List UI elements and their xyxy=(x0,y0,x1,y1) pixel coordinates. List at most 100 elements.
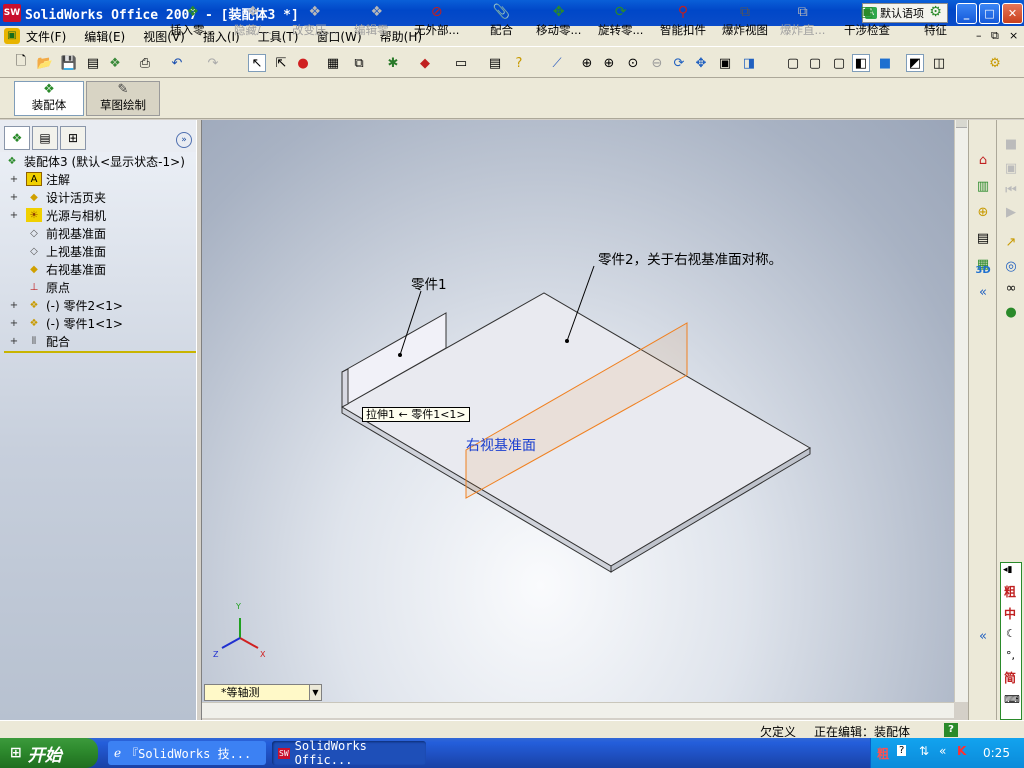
tree-item-front-plane[interactable]: ◇ 前视基准面 xyxy=(0,224,198,242)
features-button[interactable]: ⚙ 特征 xyxy=(924,2,947,38)
tree-item-top-plane[interactable]: ◇ 上视基准面 xyxy=(0,242,198,260)
print-icon[interactable]: ⎙ xyxy=(136,54,154,72)
collapse-task-pane-icon[interactable]: « xyxy=(973,282,993,302)
ime-char[interactable]: 中 xyxy=(1004,605,1016,622)
ime-char[interactable]: 粗 xyxy=(1004,583,1016,600)
help-tray-icon[interactable]: ? xyxy=(897,745,907,756)
interference-detection-button[interactable]: ▣ 干涉检查 xyxy=(844,2,890,38)
view-orientation-select[interactable]: *等轴测 ▼ xyxy=(204,684,322,701)
redo-icon[interactable]: ↷ xyxy=(204,54,222,72)
assembly-doc-icon[interactable]: ▣ xyxy=(4,28,20,44)
menu-file[interactable]: 文件(F) xyxy=(26,28,66,45)
shaded-with-edges-icon[interactable]: ◧ xyxy=(852,54,870,72)
3d-content-icon[interactable]: 3D xyxy=(973,260,993,280)
rotate-component-button[interactable]: ⟳ 旋转零... xyxy=(598,2,643,38)
expand-icon[interactable]: + xyxy=(8,192,20,203)
rotate-view-icon[interactable]: ⟳ xyxy=(670,54,688,72)
sw-resources-icon[interactable]: ⌂ xyxy=(973,150,993,170)
rollback-bar[interactable] xyxy=(4,351,196,353)
volume-icon[interactable]: « xyxy=(939,744,946,758)
view-layout-icon[interactable]: ▭ xyxy=(452,54,470,72)
file-explorer-icon[interactable]: ⊕ xyxy=(973,202,993,222)
doc-restore-button[interactable]: ⧉ xyxy=(991,29,999,43)
smart-fasteners-button[interactable]: ⚲ 智能扣件 xyxy=(660,2,706,38)
hidden-lines-removed-icon[interactable]: ▢ xyxy=(830,54,848,72)
taskbar-task-browser[interactable]: ℯ 『SolidWorks 技... xyxy=(108,741,266,765)
feature-tree-tab-icon[interactable]: ❖ xyxy=(4,126,30,150)
expand-icon[interactable]: + xyxy=(8,336,20,347)
tree-item-right-plane[interactable]: ◆ 右视基准面 xyxy=(0,260,198,278)
tree-item-design-binder[interactable]: + ◆ 设计活页夹 xyxy=(0,188,198,206)
options-icon[interactable]: ▦ xyxy=(324,54,342,72)
move-component-button[interactable]: ✥ 移动零... xyxy=(536,2,581,38)
sketch-tab-button[interactable]: ✎ 草图绘制 xyxy=(86,81,160,116)
punctuation-icon[interactable]: °, xyxy=(1006,649,1015,662)
measure-icon[interactable]: ⟋ xyxy=(548,54,566,72)
tree-item-annotations[interactable]: + A 注解 xyxy=(0,170,198,188)
standard-views-icon[interactable]: ◨ xyxy=(740,54,758,72)
expand-task-pane-icon[interactable]: « xyxy=(973,626,993,646)
tree-item-origin[interactable]: ⊥ 原点 xyxy=(0,278,198,296)
pan-icon[interactable]: ✥ xyxy=(692,54,710,72)
display-icon[interactable]: ⧉ xyxy=(350,54,368,72)
open-icon[interactable]: 📂 xyxy=(36,54,54,72)
rewind-icon[interactable]: ⏮ xyxy=(1001,180,1021,200)
apple-icon[interactable]: ● xyxy=(1001,302,1021,322)
rebuild-icon[interactable]: ● xyxy=(294,54,312,72)
hidden-lines-visible-icon[interactable]: ▢ xyxy=(806,54,824,72)
zoom-to-fit-icon[interactable]: ⊕ xyxy=(578,54,596,72)
search-icon[interactable]: ▤ xyxy=(973,228,993,248)
play-icon[interactable]: ▶ xyxy=(1001,202,1021,222)
horizontal-scrollbar[interactable] xyxy=(202,702,954,718)
doc-close-button[interactable]: × xyxy=(1009,29,1018,42)
stop-icon[interactable]: ■ xyxy=(1001,134,1021,154)
tree-item-part2[interactable]: + ❖ (-) 零件2<1> xyxy=(0,296,198,314)
spiral-icon[interactable]: ∞ xyxy=(1001,278,1021,298)
tree-item-mates[interactable]: + ⫴ 配合 xyxy=(0,332,198,350)
shaded-icon[interactable]: ■ xyxy=(876,54,894,72)
network-icon[interactable]: ⇅ xyxy=(919,744,929,758)
tree-root[interactable]: ❖ 装配体3 (默认<显示状态-1>) xyxy=(0,152,198,170)
wireframe-icon[interactable]: ▢ xyxy=(784,54,802,72)
mate-button[interactable]: 📎 配合 xyxy=(490,2,513,38)
new-icon[interactable]: 🗋 xyxy=(12,54,30,72)
insert-component-button[interactable]: ❖ 插入零... xyxy=(170,2,215,38)
undo-icon[interactable]: ↶ xyxy=(168,54,186,72)
record-icon[interactable]: ▣ xyxy=(1001,158,1021,178)
ime-tray-icon[interactable]: 粗 xyxy=(877,745,889,762)
close-button[interactable]: ✕ xyxy=(1002,3,1023,24)
smart-dimension-icon[interactable]: ◎ xyxy=(1001,256,1021,276)
graphics-area[interactable] xyxy=(202,120,954,702)
sketch-tool-icon[interactable]: ↗ xyxy=(1001,232,1021,252)
scroll-up-icon[interactable] xyxy=(956,120,967,128)
section-view-icon[interactable]: ◫ xyxy=(930,54,948,72)
make-assembly-icon[interactable]: ❖ xyxy=(106,54,124,72)
property-manager-tab-icon[interactable]: ▤ xyxy=(32,126,58,150)
ime-handle-icon[interactable]: ◂▮ xyxy=(1003,565,1012,575)
select-icon[interactable]: ↖ xyxy=(248,54,266,72)
expand-icon[interactable]: + xyxy=(8,210,20,221)
addins-icon[interactable]: ⚙ xyxy=(986,54,1004,72)
zoom-area-icon[interactable]: ⊕ xyxy=(600,54,618,72)
shadows-icon[interactable]: ◩ xyxy=(906,54,924,72)
tree-item-part1[interactable]: + ❖ (-) 零件1<1> xyxy=(0,314,198,332)
change-suppression-button[interactable]: ❖ 改变压... xyxy=(292,2,337,38)
design-library-icon[interactable]: ▥ xyxy=(973,176,993,196)
expand-icon[interactable]: + xyxy=(8,300,20,311)
zoom-selection-icon[interactable]: ⊖ xyxy=(648,54,666,72)
no-external-refs-button[interactable]: ⊘ 无外部... xyxy=(414,2,459,38)
doc-minimize-button[interactable]: – xyxy=(976,29,982,42)
exploded-view-button[interactable]: ⧉ 爆炸视图 xyxy=(722,2,768,38)
save-icon[interactable]: 💾 xyxy=(60,54,78,72)
help-icon[interactable]: ? xyxy=(510,54,528,72)
ime-char[interactable]: 简 xyxy=(1004,669,1016,686)
menu-edit[interactable]: 编辑(E) xyxy=(84,28,125,45)
solidworks-logo-icon[interactable]: SW xyxy=(3,4,21,22)
zoom-in-out-icon[interactable]: ⊙ xyxy=(624,54,642,72)
expand-icon[interactable]: + xyxy=(8,318,20,329)
antivirus-icon[interactable]: K xyxy=(957,744,966,758)
appearance-icon[interactable]: ✱ xyxy=(384,54,402,72)
hide-show-button[interactable]: ❖ 隐藏/... xyxy=(234,2,272,38)
chevron-down-icon[interactable]: ▼ xyxy=(309,685,321,700)
assembly-tab-button[interactable]: ❖ 装配体 xyxy=(14,81,84,116)
